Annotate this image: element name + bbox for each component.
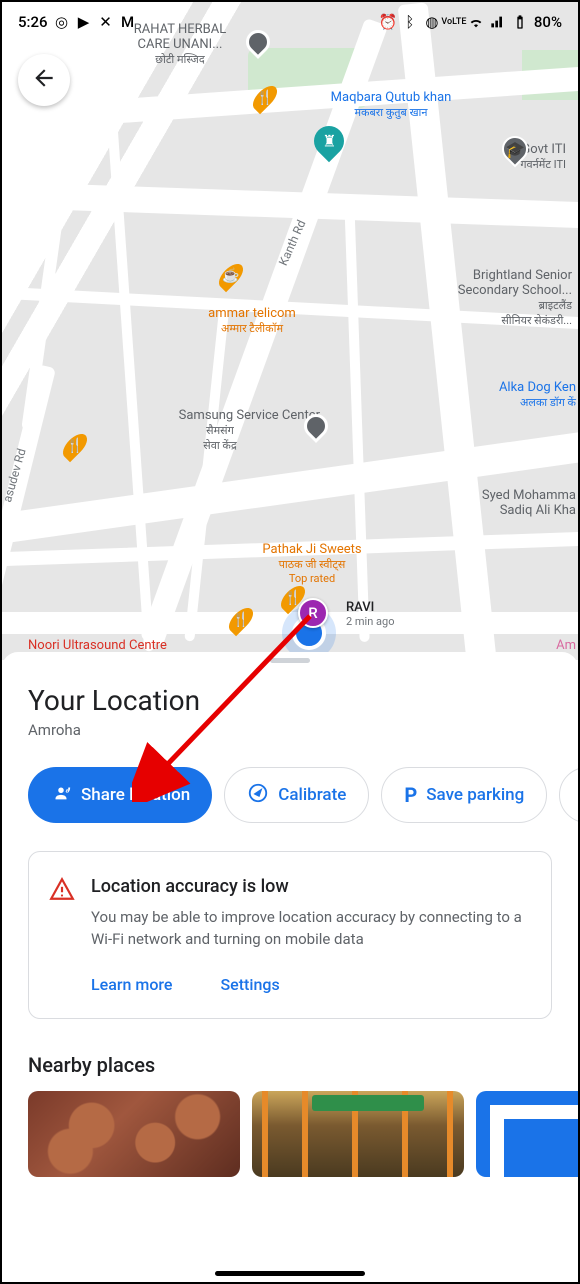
map-canvas[interactable]: Kanth Rd asudev Rd RAHAT HERBALCARE UNAN… [2,2,578,660]
accuracy-card: Location accuracy is low You may be able… [28,851,552,1019]
map-pin-restaurant[interactable]: 🍴 [226,612,256,642]
location-status-icon: ◍ [424,14,440,30]
nearby-place-card[interactable] [476,1091,578,1177]
map-label-noori[interactable]: Noori Ultrasound Centre [28,638,167,653]
map-label-pathak[interactable]: Pathak Ji Sweets पाठक जी स्वीट्स Top rat… [242,542,382,585]
page-subtitle: Amroha [2,717,578,739]
share-icon [50,782,72,809]
actions-row: Share location Calibrate P Save parking [2,739,578,823]
share-location-label: Share location [81,785,190,805]
user-label[interactable]: RAVI 2 min ago [346,600,394,628]
battery-icon [512,14,528,30]
map-pin-govt-iti[interactable]: 🎓 [502,136,532,166]
nearby-place-card[interactable] [252,1091,464,1177]
save-parking-button[interactable]: P Save parking [381,767,547,823]
bluetooth-icon: ᛒ [402,14,418,30]
map-pin-ammar[interactable]: ☕ [216,268,246,298]
map-label-samsung[interactable]: Samsung Service Center सैमसंग सेवा केंद्… [120,408,320,453]
warning-icon [49,876,75,902]
gesture-bar [215,1271,365,1276]
arrow-left-icon [31,65,57,95]
sheet-handle[interactable] [270,658,310,663]
nearby-title: Nearby places [2,1019,578,1091]
signal-icon [490,14,506,30]
bottom-sheet: Your Location Amroha Share location Cali… [2,652,578,1282]
alarm-icon: ⏰ [380,14,396,30]
compass-icon [247,782,269,809]
calibrate-button[interactable]: Calibrate [224,767,369,823]
map-pin-restaurant[interactable]: 🍴 [60,438,90,468]
accuracy-text: You may be able to improve location accu… [91,907,531,951]
map-pin-restaurant[interactable]: 🍴 [250,90,280,120]
parking-icon: P [404,783,417,807]
gmail-icon: M [120,14,136,30]
map-label-alka[interactable]: Alka Dog Ken अलका डॉग कें [466,380,576,410]
save-parking-label: Save parking [426,785,524,805]
map-pin-samsung-gray[interactable] [304,414,334,444]
map-label-am[interactable]: Am [556,638,576,653]
battery-percent: 80% [534,13,562,31]
twitter-icon: ✕ [98,14,114,30]
feedback-icon [576,782,578,809]
nearby-row [2,1091,578,1177]
map-label-brightland[interactable]: Brightland SeniorSecondary School... ब्र… [422,268,572,328]
status-bar: 5:26 ◎ ▶ ✕ M ⏰ ᛒ ◍ VoLTE 80% [2,2,578,42]
page-title: Your Location [2,684,578,717]
wifi-icon [468,14,484,30]
back-button[interactable] [18,54,70,106]
learn-more-link[interactable]: Learn more [91,975,172,994]
calibrate-label: Calibrate [278,785,346,805]
instagram-icon: ◎ [54,14,70,30]
status-time: 5:26 [18,13,48,31]
volte-icon: VoLTE [446,14,462,30]
youtube-icon: ▶ [76,14,92,30]
map-label-syed[interactable]: Syed MohammaSadiq Ali Kha [436,488,576,518]
map-pin-maqbara[interactable]: ♜ [314,126,344,156]
map-label-ammar[interactable]: ammar telicom अम्मार टैलीकॉम [182,306,322,336]
map-label-maqbara[interactable]: Maqbara Qutub khan मकबरा कुतुब खान [306,90,476,120]
share-location-button[interactable]: Share location [28,767,212,823]
user-avatar[interactable]: R [298,598,328,628]
feedback-button[interactable] [559,767,578,823]
nearby-place-card[interactable] [28,1091,240,1177]
settings-link[interactable]: Settings [220,975,279,994]
accuracy-title: Location accuracy is low [91,876,531,897]
